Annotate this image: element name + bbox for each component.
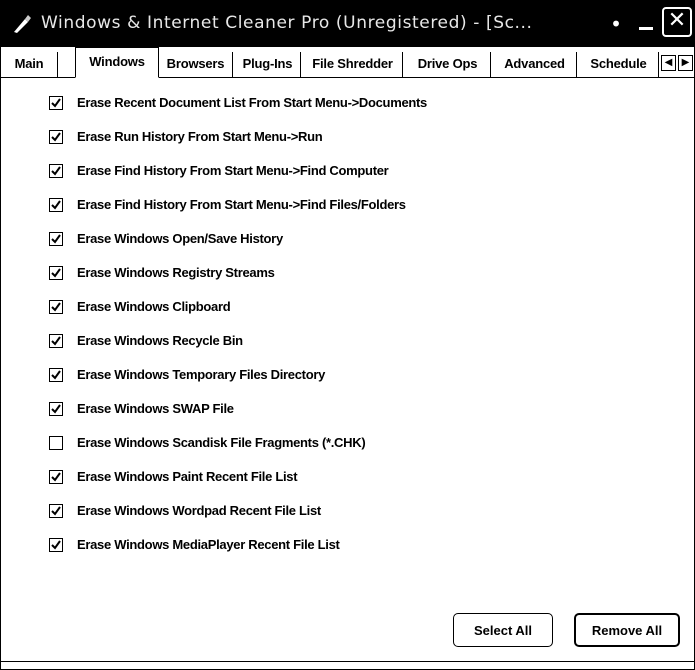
option-label: Erase Windows Temporary Files Directory xyxy=(77,367,326,382)
option-checkbox[interactable] xyxy=(49,130,63,144)
tab-windows[interactable]: Windows xyxy=(75,47,159,78)
checkmark-icon xyxy=(51,268,61,278)
tab-label: Drive Ops xyxy=(417,56,478,71)
option-checkbox[interactable] xyxy=(49,470,63,484)
option-label: Erase Windows SWAP File xyxy=(77,401,234,416)
remove-all-button[interactable]: Remove All xyxy=(574,613,680,647)
tab-advanced[interactable]: Advanced xyxy=(493,52,577,77)
checkmark-icon xyxy=(51,132,61,142)
tab-schedule[interactable]: Schedule xyxy=(579,52,659,77)
tab-strip: Main Windows Browsers Plug-Ins File Shre… xyxy=(1,47,694,78)
option-checkbox[interactable] xyxy=(49,198,63,212)
checkmark-icon xyxy=(51,302,61,312)
tab-label: Advanced xyxy=(504,56,565,71)
tab-drive-ops[interactable]: Drive Ops xyxy=(405,52,491,77)
tab-label: Browsers xyxy=(166,56,225,71)
option-label: Erase Windows Registry Streams xyxy=(77,265,275,280)
tab-label: Schedule xyxy=(590,56,647,71)
remove-all-label: Remove All xyxy=(591,623,663,638)
checkmark-icon xyxy=(51,506,61,516)
tab-scroll-arrows: ◀ ▶ xyxy=(661,55,695,73)
tab-label: Plug-Ins xyxy=(242,56,293,71)
windows-options-panel: Erase Recent Document List From Start Me… xyxy=(1,78,694,668)
option-label: Erase Windows Clipboard xyxy=(77,299,231,314)
option-label: Erase Run History From Start Menu->Run xyxy=(77,129,323,144)
checkmark-icon xyxy=(51,540,61,550)
option-label: Erase Windows Wordpad Recent File List xyxy=(77,503,321,518)
option-checkbox[interactable] xyxy=(49,334,63,348)
option-label: Erase Recent Document List From Start Me… xyxy=(77,95,427,110)
checkmark-icon xyxy=(51,200,61,210)
tab-scroll-right-icon[interactable]: ▶ xyxy=(678,55,693,71)
tab-label: Main xyxy=(14,56,44,71)
close-button[interactable]: ✕ xyxy=(662,7,692,37)
tab-plug-ins[interactable]: Plug-Ins xyxy=(235,52,301,77)
option-checkbox[interactable] xyxy=(49,164,63,178)
option-checkbox[interactable] xyxy=(49,538,63,552)
checkmark-icon xyxy=(51,404,61,414)
option-label: Erase Windows Paint Recent File List xyxy=(77,469,298,484)
app-icon xyxy=(14,15,31,33)
tab-label: File Shredder xyxy=(312,56,393,71)
option-label: Erase Windows Scandisk File Fragments (*… xyxy=(77,435,366,450)
option-label: Erase Windows Open/Save History xyxy=(77,231,283,246)
tab-scroll-left-icon[interactable]: ◀ xyxy=(661,55,676,71)
help-dot-icon[interactable]: • xyxy=(600,9,632,41)
app-window: Windows & Internet Cleaner Pro (Unregist… xyxy=(0,0,695,670)
option-checkbox[interactable] xyxy=(49,232,63,246)
tab-file-shredder[interactable]: File Shredder xyxy=(303,52,403,77)
checkmark-icon xyxy=(51,370,61,380)
option-checkbox[interactable] xyxy=(49,436,63,450)
title-bar[interactable]: Windows & Internet Cleaner Pro (Unregist… xyxy=(1,1,694,47)
option-label: Erase Find History From Start Menu->Find… xyxy=(77,163,389,178)
panel-bottom-border xyxy=(1,661,694,662)
option-checkbox[interactable] xyxy=(49,504,63,518)
tab-main[interactable]: Main xyxy=(1,52,58,77)
close-icon: ✕ xyxy=(667,8,687,33)
option-checkbox[interactable] xyxy=(49,300,63,314)
option-checkbox[interactable] xyxy=(49,96,63,110)
minimize-icon[interactable] xyxy=(633,7,665,39)
window-title: Windows & Internet Cleaner Pro (Unregist… xyxy=(41,13,533,33)
option-label: Erase Windows Recycle Bin xyxy=(77,333,243,348)
checkmark-icon xyxy=(51,98,61,108)
checkmark-icon xyxy=(51,472,61,482)
option-label: Erase Windows MediaPlayer Recent File Li… xyxy=(77,537,340,552)
option-checkbox[interactable] xyxy=(49,266,63,280)
select-all-button[interactable]: Select All xyxy=(453,613,553,647)
select-all-label: Select All xyxy=(473,622,533,638)
checkmark-icon xyxy=(51,336,61,346)
option-checkbox[interactable] xyxy=(49,368,63,382)
tab-label: Windows xyxy=(89,54,145,69)
option-checkbox[interactable] xyxy=(49,402,63,416)
checkmark-icon xyxy=(51,166,61,176)
option-label: Erase Find History From Start Menu->Find… xyxy=(77,197,406,212)
checkmark-icon xyxy=(51,234,61,244)
tab-browsers[interactable]: Browsers xyxy=(159,52,233,77)
